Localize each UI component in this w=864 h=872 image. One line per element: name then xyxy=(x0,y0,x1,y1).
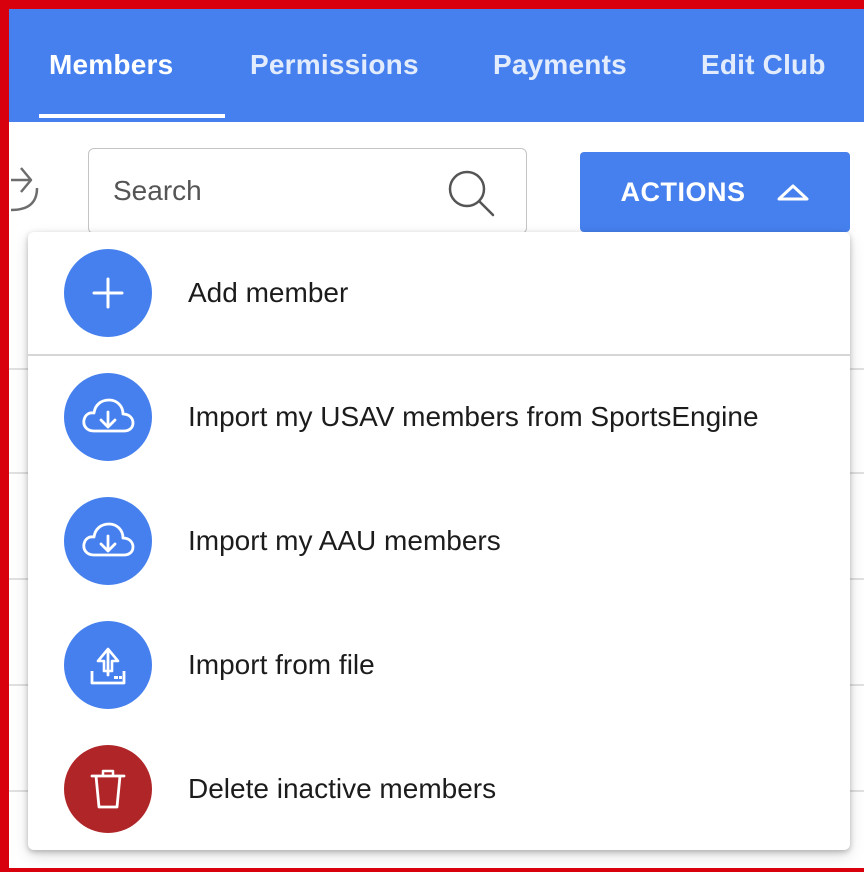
menu-item-label: Import my AAU members xyxy=(188,525,501,556)
menu-item-label: Add member xyxy=(188,277,349,308)
window-frame-bottom xyxy=(0,868,864,872)
actions-dropdown-menu: Add member Import my USAV members from S… xyxy=(28,232,850,850)
upload-file-icon xyxy=(64,621,152,709)
chevron-up-icon xyxy=(777,184,808,201)
plus-icon xyxy=(64,249,152,337)
export-icon[interactable] xyxy=(9,160,39,220)
menu-item-label: Import my USAV members from SportsEngine xyxy=(188,401,759,432)
menu-item-import-usav[interactable]: Import my USAV members from SportsEngine xyxy=(28,356,850,478)
trash-icon xyxy=(64,745,152,833)
actions-button[interactable]: ACTIONS xyxy=(580,152,850,232)
active-tab-indicator xyxy=(39,114,225,118)
window-frame-top xyxy=(0,0,864,9)
menu-item-import-file[interactable]: Import from file xyxy=(28,604,850,726)
window-frame-left xyxy=(0,0,9,872)
actions-button-label: ACTIONS xyxy=(620,176,746,207)
search-box[interactable] xyxy=(88,148,527,234)
tab-permissions[interactable]: Permissions xyxy=(250,49,419,81)
top-navigation-bar: Members Permissions Payments Edit Club xyxy=(9,9,864,122)
menu-item-delete-inactive[interactable]: Delete inactive members xyxy=(28,728,850,850)
cloud-download-icon xyxy=(64,497,152,585)
menu-item-label: Import from file xyxy=(188,649,375,680)
menu-item-add-member[interactable]: Add member xyxy=(28,232,850,356)
menu-item-label: Delete inactive members xyxy=(188,773,497,804)
cloud-download-icon xyxy=(64,373,152,461)
tab-members[interactable]: Members xyxy=(49,49,173,81)
tab-edit-club[interactable]: Edit Club xyxy=(701,49,826,81)
search-icon[interactable] xyxy=(445,167,499,221)
tab-payments[interactable]: Payments xyxy=(493,49,627,81)
search-input[interactable] xyxy=(113,171,433,211)
menu-item-import-aau[interactable]: Import my AAU members xyxy=(28,480,850,602)
